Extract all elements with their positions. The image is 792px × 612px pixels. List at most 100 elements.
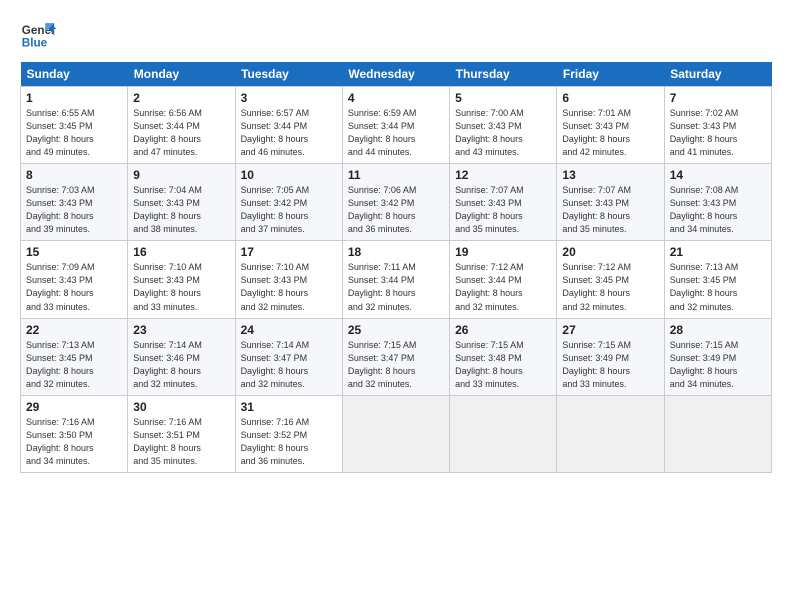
calendar-cell: 4Sunrise: 6:59 AM Sunset: 3:44 PM Daylig… bbox=[342, 87, 449, 164]
calendar-cell: 31 Sunrise: 7:16 AM Sunset: 3:52 PM Dayli… bbox=[235, 395, 342, 472]
day-number: 20 bbox=[562, 245, 658, 259]
day-info: Sunrise: 7:08 AM Sunset: 3:43 PM Dayligh… bbox=[670, 184, 766, 236]
calendar-cell: 12 Sunrise: 7:07 AM Sunset: 3:43 PM Dayli… bbox=[450, 164, 557, 241]
day-number: 10 bbox=[241, 168, 337, 182]
day-number: 1 bbox=[26, 91, 122, 105]
day-info: Sunrise: 7:06 AM Sunset: 3:42 PM Dayligh… bbox=[348, 184, 444, 236]
calendar-header-sunday: Sunday bbox=[21, 62, 128, 87]
calendar-cell: 29 Sunrise: 7:16 AM Sunset: 3:50 PM Dayli… bbox=[21, 395, 128, 472]
logo: General Blue bbox=[20, 16, 56, 52]
calendar-cell bbox=[450, 395, 557, 472]
calendar-cell: 8 Sunrise: 7:03 AM Sunset: 3:43 PM Daylig… bbox=[21, 164, 128, 241]
calendar-cell: 11 Sunrise: 7:06 AM Sunset: 3:42 PM Dayli… bbox=[342, 164, 449, 241]
day-number: 13 bbox=[562, 168, 658, 182]
day-number: 25 bbox=[348, 323, 444, 337]
header: General Blue bbox=[20, 16, 772, 52]
page: General Blue SundayMondayTuesdayWednesda… bbox=[0, 0, 792, 483]
day-info: Sunrise: 6:56 AM Sunset: 3:44 PM Dayligh… bbox=[133, 107, 229, 159]
day-number: 6 bbox=[562, 91, 658, 105]
day-number: 17 bbox=[241, 245, 337, 259]
day-info: Sunrise: 7:16 AM Sunset: 3:51 PM Dayligh… bbox=[133, 416, 229, 468]
day-number: 16 bbox=[133, 245, 229, 259]
day-info: Sunrise: 7:16 AM Sunset: 3:50 PM Dayligh… bbox=[26, 416, 122, 468]
calendar-cell bbox=[664, 395, 771, 472]
day-info: Sunrise: 7:03 AM Sunset: 3:43 PM Dayligh… bbox=[26, 184, 122, 236]
calendar-cell: 21 Sunrise: 7:13 AM Sunset: 3:45 PM Dayli… bbox=[664, 241, 771, 318]
day-info: Sunrise: 7:00 AM Sunset: 3:43 PM Dayligh… bbox=[455, 107, 551, 159]
calendar-cell: 28Sunrise: 7:15 AM Sunset: 3:49 PM Dayli… bbox=[664, 318, 771, 395]
day-info: Sunrise: 6:57 AM Sunset: 3:44 PM Dayligh… bbox=[241, 107, 337, 159]
calendar-header-thursday: Thursday bbox=[450, 62, 557, 87]
day-number: 27 bbox=[562, 323, 658, 337]
day-info: Sunrise: 7:12 AM Sunset: 3:44 PM Dayligh… bbox=[455, 261, 551, 313]
calendar-cell bbox=[557, 395, 664, 472]
day-number: 23 bbox=[133, 323, 229, 337]
day-info: Sunrise: 7:12 AM Sunset: 3:45 PM Dayligh… bbox=[562, 261, 658, 313]
calendar-cell: 24Sunrise: 7:14 AM Sunset: 3:47 PM Dayli… bbox=[235, 318, 342, 395]
calendar-cell: 15 Sunrise: 7:09 AM Sunset: 3:43 PM Dayli… bbox=[21, 241, 128, 318]
calendar-cell: 20 Sunrise: 7:12 AM Sunset: 3:45 PM Dayli… bbox=[557, 241, 664, 318]
calendar-header-tuesday: Tuesday bbox=[235, 62, 342, 87]
day-info: Sunrise: 7:15 AM Sunset: 3:48 PM Dayligh… bbox=[455, 339, 551, 391]
day-number: 11 bbox=[348, 168, 444, 182]
calendar-week-4: 22 Sunrise: 7:13 AM Sunset: 3:45 PM Dayli… bbox=[21, 318, 772, 395]
calendar-cell: 3 Sunrise: 6:57 AM Sunset: 3:44 PM Daylig… bbox=[235, 87, 342, 164]
calendar-cell: 23 Sunrise: 7:14 AM Sunset: 3:46 PM Dayli… bbox=[128, 318, 235, 395]
day-info: Sunrise: 7:05 AM Sunset: 3:42 PM Dayligh… bbox=[241, 184, 337, 236]
day-number: 26 bbox=[455, 323, 551, 337]
day-number: 15 bbox=[26, 245, 122, 259]
calendar-cell: 9 Sunrise: 7:04 AM Sunset: 3:43 PM Daylig… bbox=[128, 164, 235, 241]
calendar-cell: 14 Sunrise: 7:08 AM Sunset: 3:43 PM Dayli… bbox=[664, 164, 771, 241]
day-number: 29 bbox=[26, 400, 122, 414]
day-number: 8 bbox=[26, 168, 122, 182]
day-info: Sunrise: 7:09 AM Sunset: 3:43 PM Dayligh… bbox=[26, 261, 122, 313]
day-number: 12 bbox=[455, 168, 551, 182]
day-info: Sunrise: 7:04 AM Sunset: 3:43 PM Dayligh… bbox=[133, 184, 229, 236]
day-info: Sunrise: 7:02 AM Sunset: 3:43 PM Dayligh… bbox=[670, 107, 766, 159]
calendar-body: 1 Sunrise: 6:55 AM Sunset: 3:45 PM Daylig… bbox=[21, 87, 772, 473]
day-number: 21 bbox=[670, 245, 766, 259]
day-info: Sunrise: 7:11 AM Sunset: 3:44 PM Dayligh… bbox=[348, 261, 444, 313]
calendar-cell bbox=[342, 395, 449, 472]
day-number: 7 bbox=[670, 91, 766, 105]
day-number: 14 bbox=[670, 168, 766, 182]
calendar-cell: 17Sunrise: 7:10 AM Sunset: 3:43 PM Dayli… bbox=[235, 241, 342, 318]
calendar-cell: 26 Sunrise: 7:15 AM Sunset: 3:48 PM Dayli… bbox=[450, 318, 557, 395]
day-info: Sunrise: 7:16 AM Sunset: 3:52 PM Dayligh… bbox=[241, 416, 337, 468]
calendar-cell: 19Sunrise: 7:12 AM Sunset: 3:44 PM Dayli… bbox=[450, 241, 557, 318]
calendar-cell: 25 Sunrise: 7:15 AM Sunset: 3:47 PM Dayli… bbox=[342, 318, 449, 395]
day-info: Sunrise: 7:15 AM Sunset: 3:49 PM Dayligh… bbox=[562, 339, 658, 391]
calendar-cell: 18 Sunrise: 7:11 AM Sunset: 3:44 PM Dayli… bbox=[342, 241, 449, 318]
day-info: Sunrise: 7:15 AM Sunset: 3:47 PM Dayligh… bbox=[348, 339, 444, 391]
day-info: Sunrise: 7:13 AM Sunset: 3:45 PM Dayligh… bbox=[670, 261, 766, 313]
day-number: 9 bbox=[133, 168, 229, 182]
calendar-week-3: 15 Sunrise: 7:09 AM Sunset: 3:43 PM Dayli… bbox=[21, 241, 772, 318]
calendar-cell: 22 Sunrise: 7:13 AM Sunset: 3:45 PM Dayli… bbox=[21, 318, 128, 395]
calendar-cell: 1 Sunrise: 6:55 AM Sunset: 3:45 PM Daylig… bbox=[21, 87, 128, 164]
day-info: Sunrise: 7:07 AM Sunset: 3:43 PM Dayligh… bbox=[562, 184, 658, 236]
calendar-cell: 16 Sunrise: 7:10 AM Sunset: 3:43 PM Dayli… bbox=[128, 241, 235, 318]
day-number: 18 bbox=[348, 245, 444, 259]
day-number: 2 bbox=[133, 91, 229, 105]
calendar-cell: 30 Sunrise: 7:16 AM Sunset: 3:51 PM Dayli… bbox=[128, 395, 235, 472]
day-number: 3 bbox=[241, 91, 337, 105]
day-number: 31 bbox=[241, 400, 337, 414]
calendar-header-monday: Monday bbox=[128, 62, 235, 87]
day-info: Sunrise: 7:10 AM Sunset: 3:43 PM Dayligh… bbox=[133, 261, 229, 313]
calendar-week-2: 8 Sunrise: 7:03 AM Sunset: 3:43 PM Daylig… bbox=[21, 164, 772, 241]
day-info: Sunrise: 7:13 AM Sunset: 3:45 PM Dayligh… bbox=[26, 339, 122, 391]
calendar-header-saturday: Saturday bbox=[664, 62, 771, 87]
calendar-header-friday: Friday bbox=[557, 62, 664, 87]
day-info: Sunrise: 7:07 AM Sunset: 3:43 PM Dayligh… bbox=[455, 184, 551, 236]
day-info: Sunrise: 6:55 AM Sunset: 3:45 PM Dayligh… bbox=[26, 107, 122, 159]
logo-icon: General Blue bbox=[20, 16, 56, 52]
day-number: 22 bbox=[26, 323, 122, 337]
calendar-cell: 7 Sunrise: 7:02 AM Sunset: 3:43 PM Daylig… bbox=[664, 87, 771, 164]
svg-text:Blue: Blue bbox=[22, 37, 48, 50]
day-info: Sunrise: 7:14 AM Sunset: 3:46 PM Dayligh… bbox=[133, 339, 229, 391]
calendar-cell: 6Sunrise: 7:01 AM Sunset: 3:43 PM Daylig… bbox=[557, 87, 664, 164]
day-number: 24 bbox=[241, 323, 337, 337]
day-info: Sunrise: 7:15 AM Sunset: 3:49 PM Dayligh… bbox=[670, 339, 766, 391]
day-number: 30 bbox=[133, 400, 229, 414]
calendar-week-1: 1 Sunrise: 6:55 AM Sunset: 3:45 PM Daylig… bbox=[21, 87, 772, 164]
